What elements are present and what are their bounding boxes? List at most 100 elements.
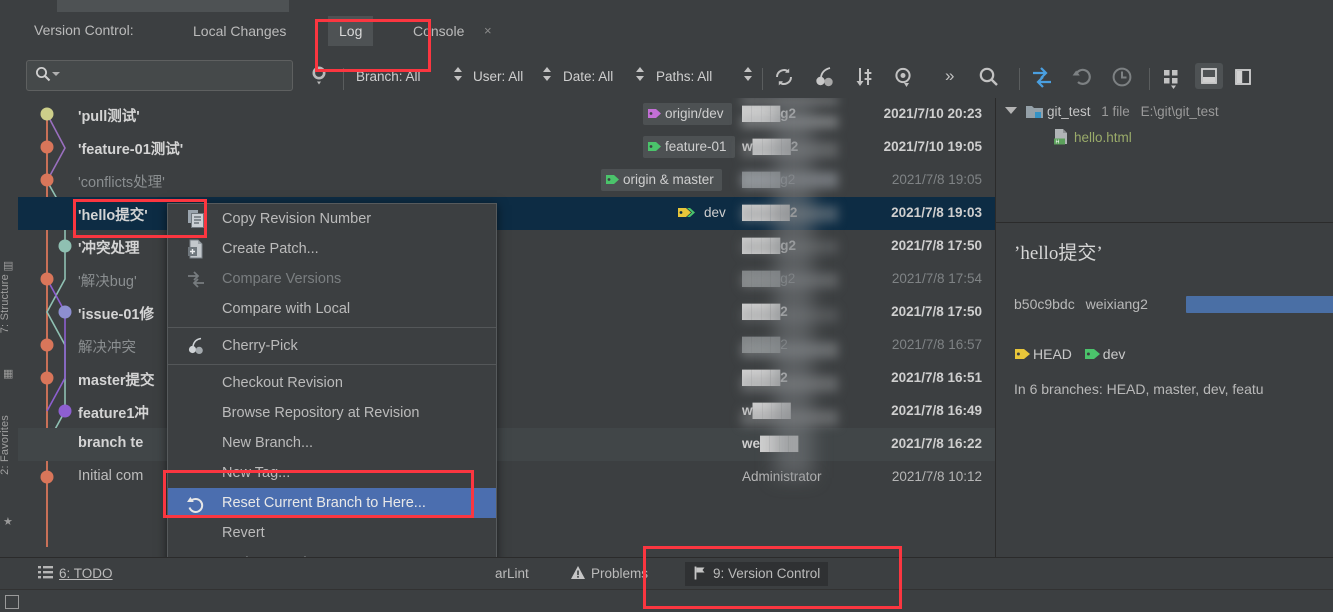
changed-files-tree[interactable]: git_test 1 file E:\git\git_test H hello.… [996,98,1333,222]
menu-item-cherry-pick[interactable]: Cherry-Pick [168,331,496,361]
refresh-icon[interactable] [771,64,797,90]
structure-icon[interactable]: ▤ [3,260,15,272]
bottom-strip [0,589,1333,612]
ref-chip: origin & master [601,169,722,191]
menu-item-checkout-revision[interactable]: Checkout Revision [168,368,496,398]
sidebar-item-favorites[interactable]: 2: Favorites [0,415,17,475]
table-row[interactable]: 'feature-01测试' feature-01 w████2 2021/7/… [18,131,995,164]
commit-subject: Initial com [78,468,144,484]
detail-refs: HEAD dev [1014,346,1125,362]
status-item-problems[interactable]: Problems [563,562,656,586]
grid-icon[interactable]: ▦ [3,368,15,380]
branch-tag-icon [1084,349,1100,359]
reset-icon [187,497,204,513]
filter-branch-spinner[interactable] [454,67,463,81]
menu-item-reset-current-branch-to-here[interactable]: Reset Current Branch to Here... [168,488,496,518]
layout-horizontal-icon [1201,68,1217,84]
eye-icon[interactable] [891,64,917,90]
commit-author: ████2 [742,337,788,352]
table-row[interactable]: Initial com Administrator 2021/7/8 10:12 [18,461,995,494]
table-row[interactable]: 'issue-01修 ████2 2021/7/8 17:50 [18,296,995,329]
editor-tab-remnant [57,0,289,12]
toolbar-separator [343,68,344,90]
filter-user[interactable]: User: All [473,69,523,84]
search-toolbar-icon[interactable] [976,64,1002,90]
cherry-pick-icon[interactable] [811,64,837,90]
more-icon[interactable]: » [945,66,954,86]
toolbar-separator-4 [1149,68,1150,90]
layout-horizontal-button[interactable] [1195,63,1223,89]
tab-log[interactable]: Log [328,16,374,46]
commit-author: w████2 [742,139,799,154]
menu-item-browse-repository-at-revision[interactable]: Browse Repository at Revision [168,398,496,428]
layout-vertical-icon[interactable] [1229,64,1257,90]
table-row[interactable]: '冲突处理 ████g2 2021/7/8 17:50 [18,230,995,263]
commit-subject: 'conflicts处理' [78,175,165,191]
commit-date: 2021/7/8 16:57 [891,337,982,352]
commit-subject: 'hello提交' [78,208,148,224]
sidebar-item-structure[interactable]: 7: Structure [0,274,17,333]
menu-item-create-patch[interactable]: Create Patch... [168,234,496,264]
table-row[interactable]: 'conflicts处理' origin & master ████g2 202… [18,164,995,197]
history-icon[interactable] [1109,64,1135,90]
gear-icon[interactable] [310,64,332,86]
filter-branch[interactable]: Branch: All [356,69,421,84]
commit-subject: branch te [78,435,144,451]
filter-paths-spinner[interactable] [744,67,753,81]
sort-icon[interactable] [851,64,877,90]
table-row[interactable]: '解决bug' ████g2 2021/7/8 17:54 [18,263,995,296]
chevron-down-icon[interactable] [52,72,60,76]
detail-branches-line: In 6 branches: HEAD, master, dev, featu [1014,381,1264,397]
filter-date[interactable]: Date: All [563,69,613,84]
table-row[interactable]: 'pull测试' origin/dev ████g2 2021/7/10 20:… [18,98,995,131]
search-field[interactable] [61,65,285,87]
filter-user-spinner[interactable] [543,67,552,81]
menu-item-new-branch[interactable]: New Branch... [168,428,496,458]
vcs-header: Version Control: Local Changes Log Conso… [18,12,1333,51]
commit-subject: '解决bug' [78,274,137,290]
commit-subject: master提交 [78,373,155,389]
table-row[interactable]: 解决冲突 ████2 2021/7/8 16:57 [18,329,995,362]
tree-root-row[interactable]: git_test 1 file E:\git\git_test [1026,100,1219,124]
status-item-version-control[interactable]: 9: Version Control [685,562,829,586]
chevron-down-icon[interactable] [1005,107,1017,114]
tab-local-changes[interactable]: Local Changes [182,16,297,46]
status-item-sonarlint[interactable]: arLint [487,562,537,586]
compare-icon[interactable] [1029,64,1055,90]
tag-icon [678,208,695,217]
table-row[interactable]: master提交 ████2 2021/7/8 16:51 [18,362,995,395]
detail-commit-meta: b50c9bdc weixiang2 [1014,296,1148,312]
commit-author: ████2 [742,370,788,385]
commit-date: 2021/7/8 10:12 [891,469,982,484]
left-tool-gutter: ▤ 7: Structure ▦ 2: Favorites ★ [0,12,19,612]
filter-date-spinner[interactable] [636,67,645,81]
table-row[interactable]: branch te we████ 2021/7/8 16:22 [18,428,995,461]
commit-date: 2021/7/8 17:54 [891,271,982,286]
table-row[interactable]: feature1冲 w████ 2021/7/8 16:49 [18,395,995,428]
status-item-todo[interactable]: 6: TODO [30,562,121,586]
commit-date: 2021/7/10 20:23 [883,106,982,121]
redacted-email [1186,296,1333,313]
undo-icon[interactable] [1069,64,1095,90]
menu-item-copy-revision-number[interactable]: Copy Revision Number [168,204,496,234]
menu-item-compare-versions[interactable]: Compare Versions [168,264,496,294]
menu-item-compare-with-local[interactable]: Compare with Local [168,294,496,324]
ref-chip: dev [673,202,734,224]
close-icon[interactable]: × [484,24,492,37]
table-row-selected[interactable]: 'hello提交' dev █████2 2021/7/8 19:03 [18,197,995,230]
toolbar-separator-3 [1019,68,1020,90]
checkbox-icon[interactable] [5,595,19,609]
menu-item-revert[interactable]: Revert [168,518,496,548]
commit-context-menu[interactable]: Copy Revision Number Create Patch... Com… [167,203,497,612]
grid-layout-icon[interactable] [1158,64,1184,90]
menu-item-new-tag[interactable]: New Tag... [168,458,496,488]
commit-list[interactable]: 'pull测试' origin/dev ████g2 2021/7/10 20:… [18,98,995,557]
commit-author: we████ [742,436,799,451]
tab-console[interactable]: Console [402,16,475,46]
tree-file-row[interactable]: H hello.html [1053,126,1132,150]
html-file-icon: H [1054,129,1067,146]
search-input[interactable] [26,60,293,91]
commit-subject: 'pull测试' [78,109,140,125]
filter-paths[interactable]: Paths: All [656,69,712,84]
commit-date: 2021/7/10 19:05 [883,139,982,154]
